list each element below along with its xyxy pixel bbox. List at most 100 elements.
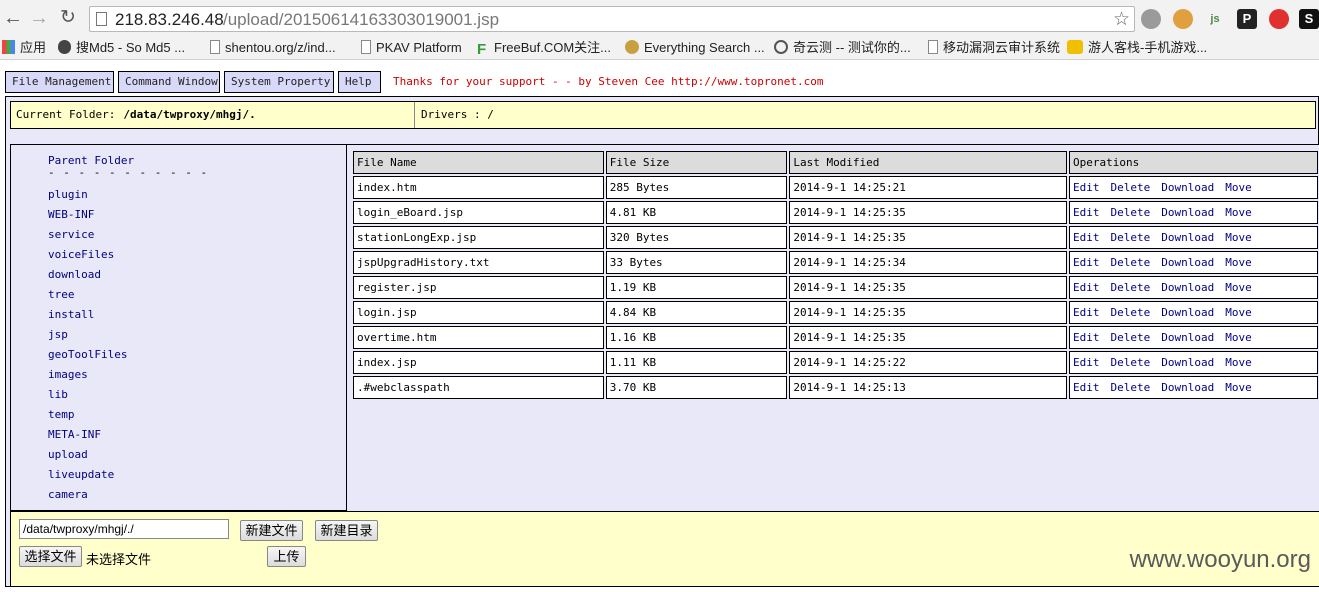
move-link[interactable]: Move	[1225, 381, 1252, 394]
extension-s-icon[interactable]: S	[1299, 9, 1319, 29]
delete-link[interactable]: Delete	[1111, 306, 1151, 319]
last-modified-cell: 2014-9-1 14:25:35	[789, 226, 1068, 249]
folder-link[interactable]: WEB-INF	[48, 208, 127, 228]
move-link[interactable]: Move	[1225, 306, 1252, 319]
folder-link[interactable]: liveupdate	[48, 468, 127, 488]
new-file-button[interactable]: 新建文件	[240, 520, 303, 541]
delete-link[interactable]: Delete	[1111, 331, 1151, 344]
delete-link[interactable]: Delete	[1111, 281, 1151, 294]
download-link[interactable]: Download	[1161, 281, 1214, 294]
url-path: /upload/20150614163303019001.jsp	[223, 10, 500, 29]
new-directory-button[interactable]: 新建目录	[315, 520, 378, 541]
move-link[interactable]: Move	[1225, 181, 1252, 194]
last-modified-cell: 2014-9-1 14:25:22	[789, 351, 1068, 374]
bookmark-md5[interactable]: 搜Md5 - So Md5 ...	[58, 39, 185, 57]
table-row: index.jsp 1.11 KB 2014-9-1 14:25:22 Edit Del…	[353, 351, 1318, 374]
current-folder-path: /data/twproxy/mhgj/.	[123, 108, 256, 121]
game-icon	[1067, 40, 1083, 54]
edit-link[interactable]: Edit	[1073, 306, 1100, 319]
last-modified-cell: 2014-9-1 14:25:35	[789, 276, 1068, 299]
edit-link[interactable]: Edit	[1073, 231, 1100, 244]
download-link[interactable]: Download	[1161, 306, 1214, 319]
folder-link[interactable]: upload	[48, 448, 127, 468]
edit-link[interactable]: Edit	[1073, 206, 1100, 219]
header-operations: Operations	[1069, 151, 1318, 174]
download-link[interactable]: Download	[1161, 181, 1214, 194]
back-arrow-icon[interactable]: ←	[2, 6, 24, 30]
bookmark-qiyun[interactable]: 奇云测 -- 测试你的...	[774, 39, 911, 57]
folder-link[interactable]: plugin	[48, 188, 127, 208]
menu-system-property[interactable]: System Property	[224, 71, 334, 93]
folder-link[interactable]: service	[48, 228, 127, 248]
delete-link[interactable]: Delete	[1111, 356, 1151, 369]
folder-link[interactable]: download	[48, 268, 127, 288]
choose-file-button[interactable]: 选择文件	[19, 546, 82, 567]
download-link[interactable]: Download	[1161, 381, 1214, 394]
delete-link[interactable]: Delete	[1111, 206, 1151, 219]
bookmark-star-icon[interactable]: ☆	[1113, 8, 1130, 31]
delete-link[interactable]: Delete	[1111, 256, 1151, 269]
download-link[interactable]: Download	[1161, 231, 1214, 244]
bookmark-pkav[interactable]: PKAV Platform	[361, 39, 462, 57]
extension-cookie-icon[interactable]	[1173, 9, 1193, 29]
move-link[interactable]: Move	[1225, 256, 1252, 269]
bookmark-freebuf[interactable]: F FreeBuf.COM关注...	[477, 39, 611, 58]
move-link[interactable]: Move	[1225, 206, 1252, 219]
table-row: login_eBoard.jsp 4.81 KB 2014-9-1 14:25:35…	[353, 201, 1318, 224]
folder-link[interactable]: geoToolFiles	[48, 348, 127, 368]
extension-red-icon[interactable]	[1269, 9, 1289, 29]
bookmark-youren[interactable]: 游人客栈-手机游戏...	[1067, 39, 1207, 57]
bookmark-apps[interactable]: 应用	[2, 39, 46, 57]
upload-button[interactable]: 上传	[267, 546, 306, 567]
delete-link[interactable]: Delete	[1111, 381, 1151, 394]
edit-link[interactable]: Edit	[1073, 381, 1100, 394]
extension-globe-icon[interactable]	[1141, 9, 1161, 29]
edit-link[interactable]: Edit	[1073, 356, 1100, 369]
folder-link[interactable]: images	[48, 368, 127, 388]
download-link[interactable]: Download	[1161, 356, 1214, 369]
move-link[interactable]: Move	[1225, 356, 1252, 369]
move-link[interactable]: Move	[1225, 281, 1252, 294]
last-modified-cell: 2014-9-1 14:25:35	[789, 326, 1068, 349]
edit-link[interactable]: Edit	[1073, 256, 1100, 269]
file-name-cell: stationLongExp.jsp	[353, 226, 604, 249]
reload-icon[interactable]: ↻	[57, 6, 79, 30]
folder-link[interactable]: install	[48, 308, 127, 328]
apps-icon	[2, 40, 15, 54]
menu-command-window[interactable]: Command Window	[118, 71, 220, 93]
menu-file-management[interactable]: File Management	[5, 71, 114, 93]
delete-link[interactable]: Delete	[1111, 181, 1151, 194]
folder-link[interactable]: camera	[48, 488, 127, 508]
path-input[interactable]	[19, 519, 229, 539]
operations-cell: Edit Delete Download Move	[1069, 201, 1318, 224]
extension-p-icon[interactable]: P	[1237, 9, 1257, 29]
extension-js-icon[interactable]: js	[1205, 9, 1225, 29]
folder-link[interactable]: voiceFiles	[48, 248, 127, 268]
edit-link[interactable]: Edit	[1073, 331, 1100, 344]
watermark: www.wooyun.org	[1129, 546, 1311, 573]
download-link[interactable]: Download	[1161, 256, 1214, 269]
file-name-cell: index.htm	[353, 176, 604, 199]
address-bar[interactable]: 218.83.246.48 /upload/201506141633030190…	[89, 6, 1135, 32]
file-size-cell: 320 Bytes	[605, 226, 788, 249]
bookmark-everything[interactable]: Everything Search ...	[625, 39, 765, 57]
move-link[interactable]: Move	[1225, 331, 1252, 344]
folder-link[interactable]: lib	[48, 388, 127, 408]
edit-link[interactable]: Edit	[1073, 181, 1100, 194]
page-icon	[210, 40, 220, 54]
move-link[interactable]: Move	[1225, 231, 1252, 244]
folder-link[interactable]: temp	[48, 408, 127, 428]
delete-link[interactable]: Delete	[1111, 231, 1151, 244]
folder-link[interactable]: tree	[48, 288, 127, 308]
download-link[interactable]: Download	[1161, 331, 1214, 344]
operations-cell: Edit Delete Download Move	[1069, 251, 1318, 274]
menu-help[interactable]: Help	[338, 71, 381, 93]
folder-link[interactable]: jsp	[48, 328, 127, 348]
forward-arrow-icon[interactable]: →	[28, 6, 50, 30]
folder-link[interactable]: META-INF	[48, 428, 127, 448]
bookmark-shentou[interactable]: shentou.org/z/ind...	[210, 39, 336, 57]
download-link[interactable]: Download	[1161, 206, 1214, 219]
bookmark-yidong[interactable]: 移动漏洞云审计系统	[928, 39, 1060, 57]
edit-link[interactable]: Edit	[1073, 281, 1100, 294]
file-size-cell: 4.84 KB	[605, 301, 788, 324]
